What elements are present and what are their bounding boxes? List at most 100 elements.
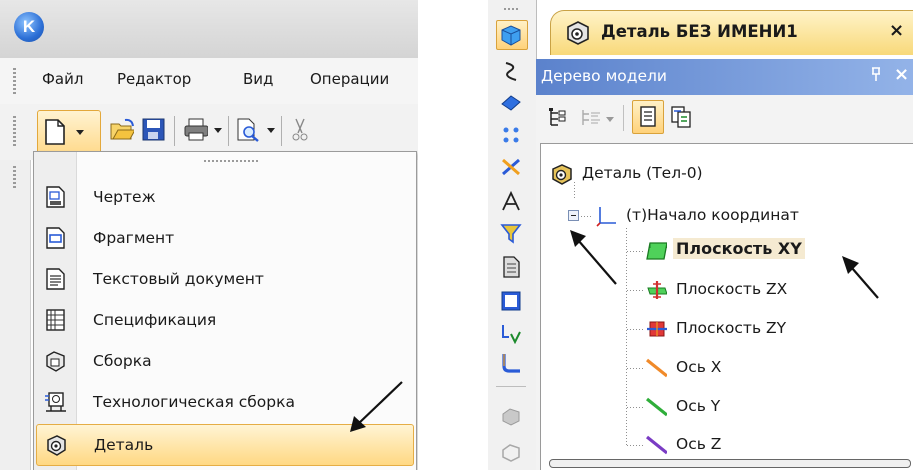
assembly-icon [46,351,65,372]
disabled-cut-icon [502,444,520,462]
close-tab-icon[interactable]: × [889,20,904,41]
angle-icon[interactable] [500,190,522,212]
disabled-extrude-icon [502,408,520,426]
menu-item-fragment[interactable]: Фрагмент [36,218,412,258]
vtoolbar-grip[interactable] [504,8,518,10]
open-folder-icon[interactable] [110,118,134,142]
tree-node-label: Ось Z [676,435,722,453]
menu-tearoff-grip[interactable] [204,160,259,162]
title-bar: K [0,0,418,58]
menu-item-label: Сборка [93,352,152,370]
axis-x-icon [646,358,667,378]
menu-view[interactable]: Вид [243,70,273,88]
close-tree-icon[interactable]: × [894,64,909,85]
print-preview-icon[interactable] [236,118,260,142]
chevron-down-icon [606,117,614,122]
tree-connector [627,407,643,408]
chevron-down-icon [76,130,84,135]
pin-icon[interactable] [870,66,882,82]
toolbar-separator [228,116,229,146]
cut-icon[interactable] [290,118,314,142]
document-tab-title: Деталь БЕЗ ИМЕНИ1 [601,22,798,41]
filter-icon[interactable] [500,222,522,244]
sync-documents-icon[interactable] [670,105,692,129]
menubar-grip[interactable] [13,68,16,94]
tab-document[interactable]: Деталь БЕЗ ИМЕНИ1 × [550,10,913,55]
part-icon [567,21,589,45]
right-screenshot-panel: Деталь БЕЗ ИМЕНИ1 × Дерево модели × Дета… [488,0,913,470]
sketch-curve-icon[interactable] [500,60,522,82]
model-tree-title: Дерево модели [541,67,667,85]
plane-tool-icon[interactable] [500,92,522,114]
new-document-button[interactable] [37,110,101,156]
sheet-icon[interactable] [500,290,522,312]
menu-editor[interactable]: Редактор [117,70,191,88]
menu-operations[interactable]: Операции [310,70,389,88]
menu-item-label: Деталь [94,436,154,454]
tree-node-label: Плоскость ZX [676,280,788,298]
plane-zy-icon [647,321,667,337]
plane-zx-icon [647,281,667,299]
axis-z-icon [646,435,667,455]
tree-node-label: Плоскость ZY [676,319,787,337]
menu-bar: Файл Редактор Вид Операции [0,58,418,104]
chevron-down-icon[interactable] [267,128,275,133]
menu-item-label: Фрагмент [93,229,175,247]
annotation-arrow-icon [842,256,879,299]
variables-icon[interactable] [500,322,522,344]
tree-connector [627,329,643,330]
tree-connector [626,228,627,445]
sheet-metal-icon[interactable] [500,352,522,374]
tree-node-label: Плоскость XY [673,238,805,259]
vertical-toolbar [488,0,537,470]
report-icon[interactable] [500,256,522,278]
technological-assembly-icon [45,392,66,412]
menu-item-text-document[interactable]: Текстовый документ [36,259,412,299]
tree-connector [581,216,593,217]
annotation-arrow-icon [350,381,403,432]
annotation-arrow-icon [570,230,617,285]
plane-xy-icon [646,242,667,260]
vtoolbar-separator [496,386,526,387]
menu-item-specification[interactable]: Спецификация [36,300,412,340]
toolbar-separator [174,116,175,146]
text-document-icon [46,268,65,290]
print-icon[interactable] [184,118,208,142]
toolbar-grip[interactable] [13,116,16,146]
save-icon[interactable] [142,118,166,142]
menu-item-label: Текстовый документ [93,270,264,288]
model-tree-toolbar [536,95,913,140]
tree-connector [627,445,643,446]
diagnostics-icon[interactable] [500,156,522,178]
tree-structure-icon[interactable] [548,107,568,129]
tree-display-button[interactable] [632,100,664,134]
new-file-icon [45,119,65,145]
menu-file[interactable]: Файл [42,70,83,88]
tree-node-label: (т)Начало координат [626,206,799,224]
tree-connector [574,182,575,200]
specification-icon [46,309,65,331]
menu-item-drawing[interactable]: Чертеж [36,177,412,217]
toolbar-separator [623,105,624,131]
side-toolbar-strip [0,160,31,470]
tree-view-mode-icon [582,110,600,125]
horizontal-scrollbar[interactable] [549,459,911,468]
points-icon[interactable] [500,124,522,146]
chevron-down-icon[interactable] [214,128,222,133]
document-list-icon [640,106,656,127]
tree-connector [627,290,643,291]
menu-item-assembly[interactable]: Сборка [36,341,412,381]
axis-y-icon [646,397,667,417]
tree-node-label: Деталь (Тел-0) [582,164,703,182]
model-tree-header: Дерево модели × [536,59,913,95]
side-grip[interactable] [13,166,16,190]
left-screenshot-panel: K Файл Редактор Вид Операции Чертеж Фраг… [0,0,418,470]
tree-node-label: Ось X [676,358,722,376]
menu-item-label: Спецификация [93,311,217,329]
cube-icon[interactable] [500,24,522,46]
fragment-icon [46,227,65,249]
part-icon [552,164,572,185]
model-tree: Деталь (Тел-0) (т)Начало координат Плоск… [540,143,913,470]
tree-connector [627,251,643,252]
app-logo-icon: K [14,12,44,42]
